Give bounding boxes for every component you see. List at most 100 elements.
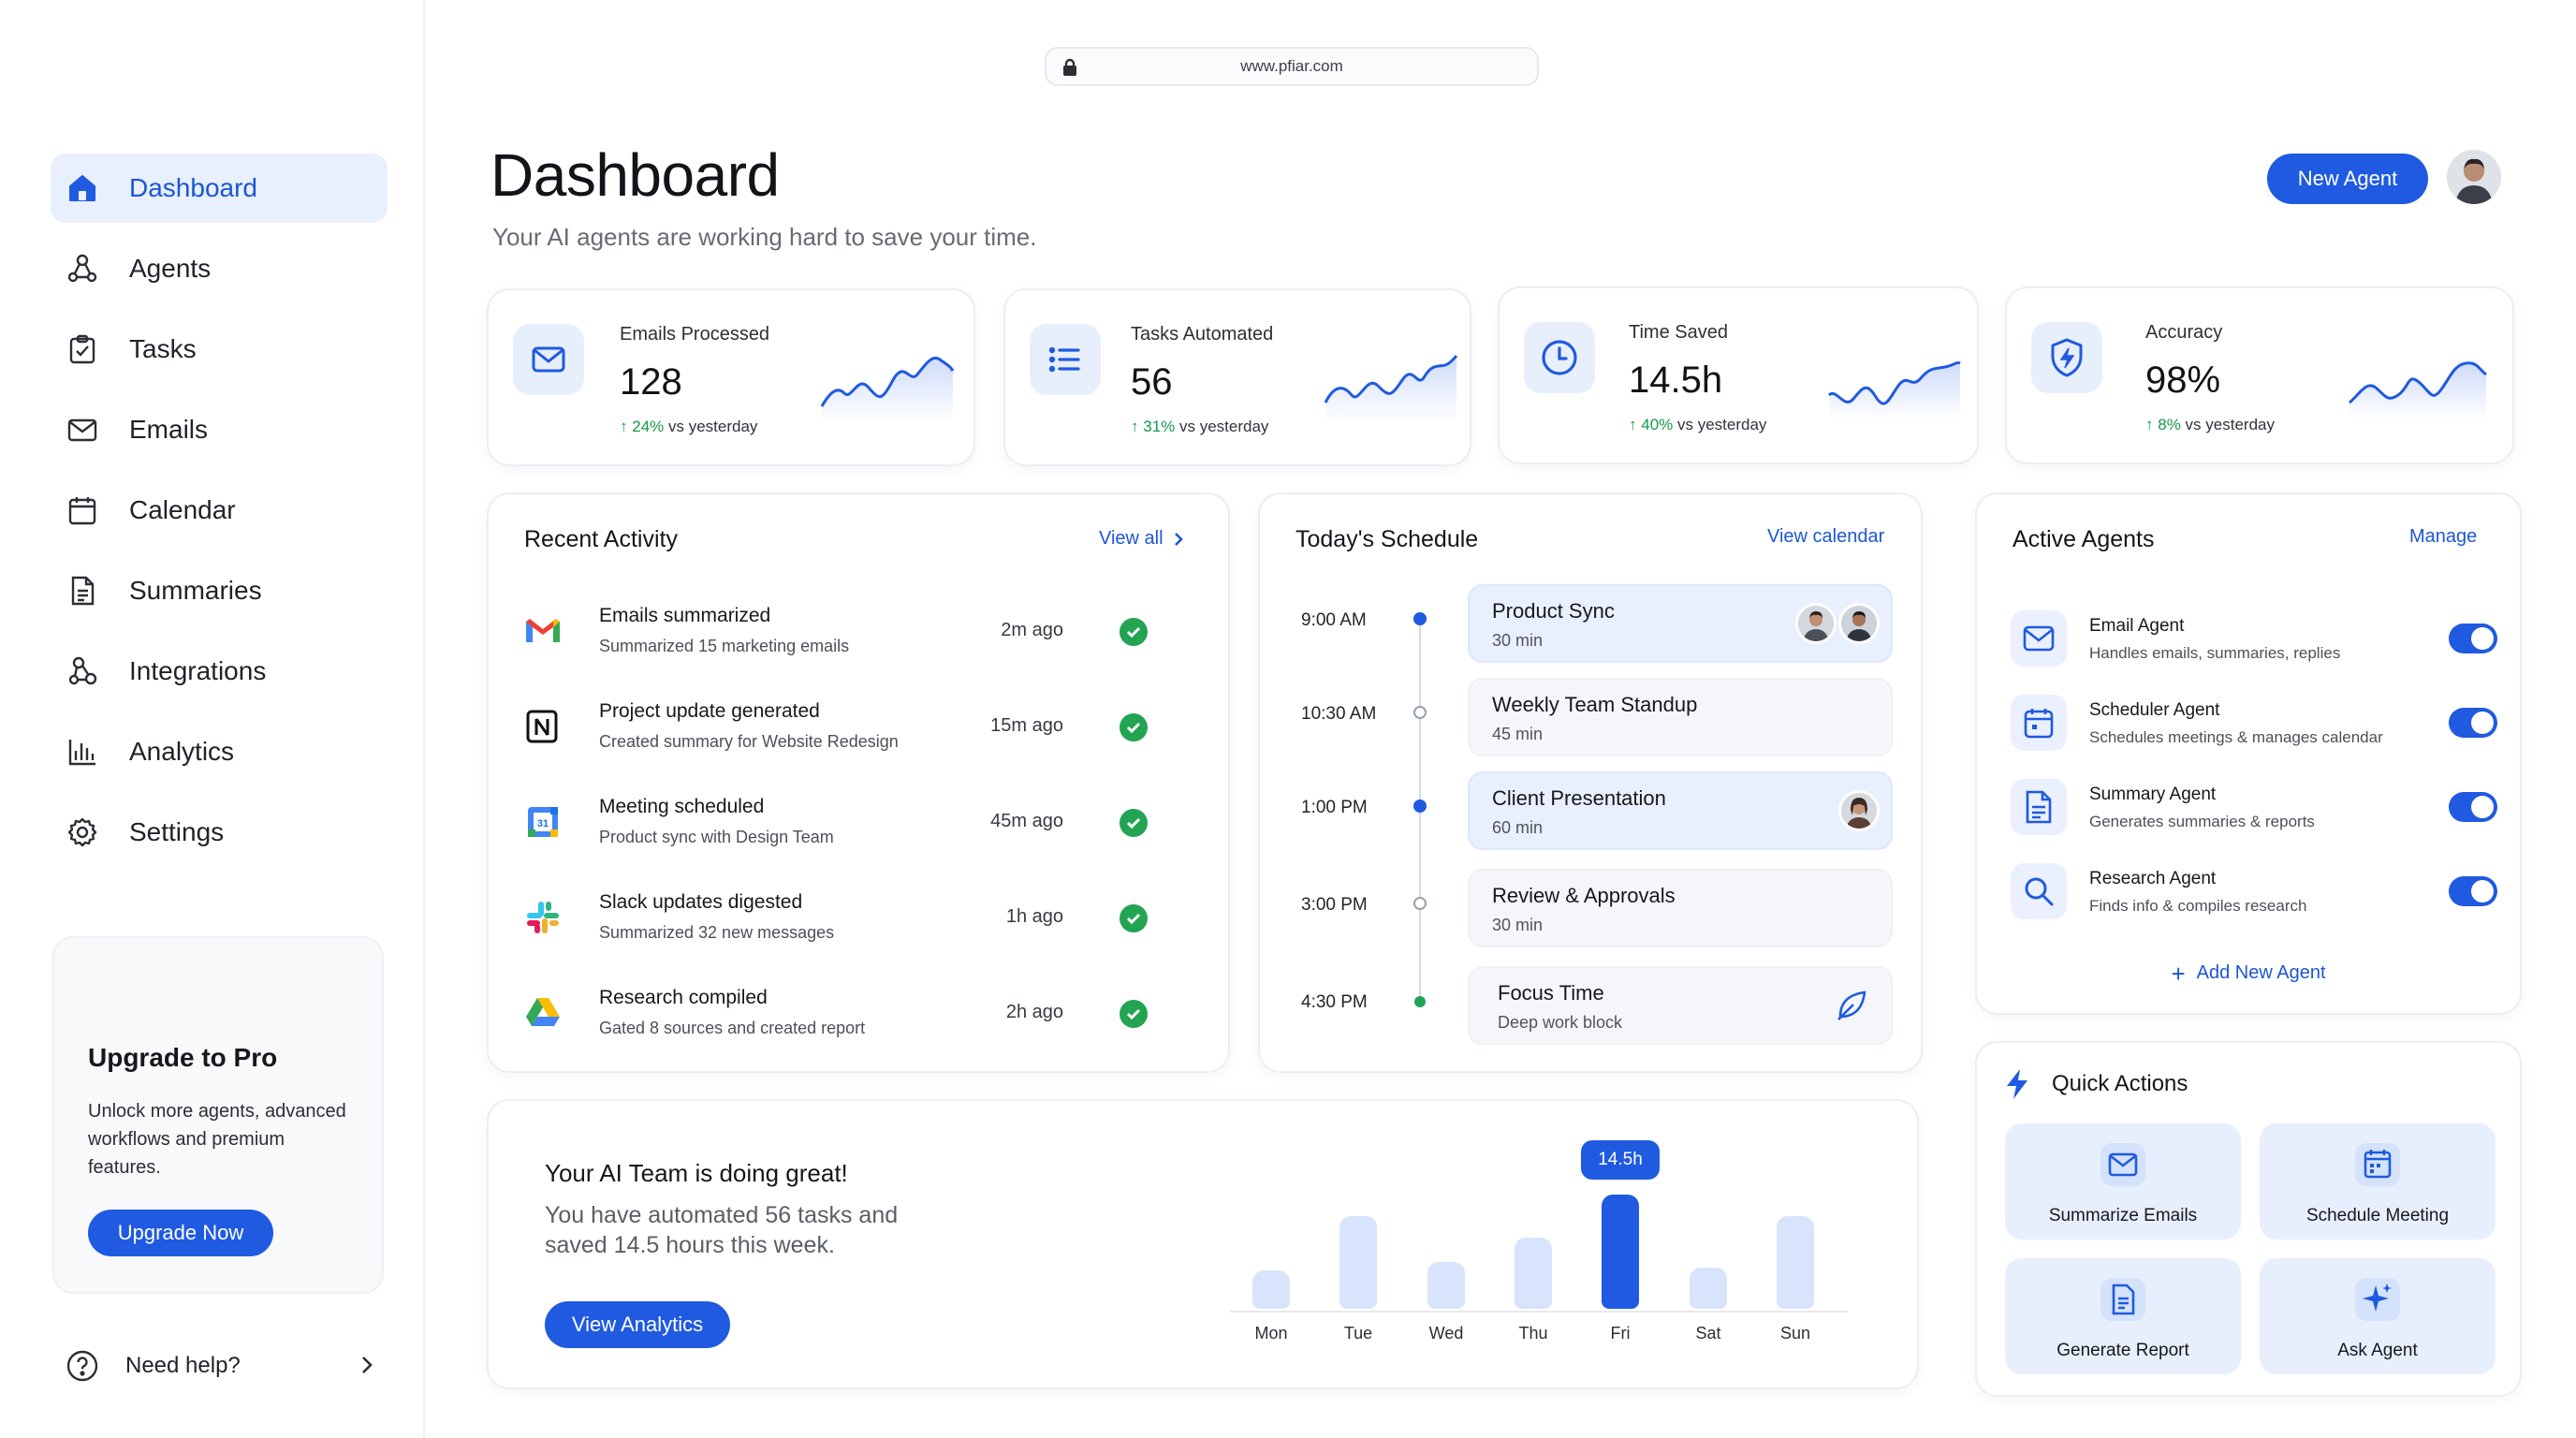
chart-bar-thu[interactable] xyxy=(1515,1238,1552,1309)
sidebar-item-analytics[interactable]: Analytics xyxy=(51,717,388,786)
card-title: Active Agents xyxy=(2012,526,2155,552)
sidebar-item-label: Agents xyxy=(129,254,212,283)
tile-label: Generate Report xyxy=(2056,1341,2189,1360)
sidebar-item-summaries[interactable]: Summaries xyxy=(51,556,388,625)
calendar-icon xyxy=(2349,1138,2406,1191)
shield-bolt-icon xyxy=(2031,322,2102,393)
schedule-meeting-tile[interactable]: Schedule Meeting xyxy=(2260,1123,2496,1240)
check-circle-icon xyxy=(1120,1000,1148,1028)
address-bar[interactable]: www.pfiar.com xyxy=(1045,47,1539,86)
stat-value: 98% xyxy=(2145,360,2221,401)
agent-toggle[interactable] xyxy=(2449,792,2497,822)
schedule-item[interactable]: Product Sync 30 min xyxy=(1468,584,1893,663)
active-agents-card: Active Agents Manage Email Agent Handles… xyxy=(1975,492,2522,1015)
activity-desc: Gated 8 sources and created report xyxy=(599,1019,866,1037)
document-icon xyxy=(2011,779,2067,835)
chart-x-label: Tue xyxy=(1343,1324,1373,1343)
upgrade-now-button[interactable]: Upgrade Now xyxy=(88,1210,273,1256)
chart-bar-tue[interactable] xyxy=(1339,1216,1377,1309)
activity-item[interactable]: Research compiled Gated 8 sources and cr… xyxy=(524,981,1183,1056)
sparkline xyxy=(1827,361,1961,419)
schedule-item[interactable]: Weekly Team Standup 45 min xyxy=(1468,678,1893,756)
chart-x-label: Sun xyxy=(1779,1324,1811,1343)
agent-item: Email Agent Handles emails, summaries, r… xyxy=(2011,610,2497,685)
chart-x-label: Sat xyxy=(1695,1324,1721,1343)
clipboard-check-icon xyxy=(66,332,99,366)
sidebar-item-tasks[interactable]: Tasks xyxy=(51,315,388,384)
manage-label: Manage xyxy=(2409,526,2478,547)
page-title: Dashboard xyxy=(490,141,780,209)
schedule-item[interactable]: Review & Approvals 30 min xyxy=(1468,869,1893,947)
chart-bar-wed[interactable] xyxy=(1427,1262,1465,1309)
delta-suffix: vs yesterday xyxy=(1179,418,1269,435)
sidebar-item-label: Emails xyxy=(129,415,209,444)
sidebar-item-agents[interactable]: Agents xyxy=(51,234,388,303)
stat-delta: ↑ 31% vs yesterday xyxy=(1131,418,1269,435)
schedule-item[interactable]: Focus Time Deep work block xyxy=(1468,966,1893,1045)
activity-item[interactable]: Slack updates digested Summarized 32 new… xyxy=(524,886,1183,961)
new-agent-button[interactable]: New Agent xyxy=(2267,154,2428,204)
activity-item[interactable]: Project update generated Created summary… xyxy=(524,695,1183,770)
sparkle-icon xyxy=(2349,1273,2406,1326)
activity-desc: Product sync with Design Team xyxy=(599,828,834,846)
chart-tooltip: 14.5h xyxy=(1581,1140,1660,1180)
ask-agent-tile[interactable]: Ask Agent xyxy=(2260,1258,2496,1374)
sidebar-item-label: Tasks xyxy=(129,334,197,363)
sparkline xyxy=(820,357,955,421)
sidebar-item-integrations[interactable]: Integrations xyxy=(51,637,388,706)
view-all-link[interactable]: View all xyxy=(1099,528,1184,550)
add-new-agent-label: Add New Agent xyxy=(2196,962,2326,983)
manage-link[interactable]: Manage xyxy=(2409,526,2477,548)
activity-item[interactable]: Emails summarized Summarized 15 marketin… xyxy=(524,599,1183,674)
sidebar-item-calendar[interactable]: Calendar xyxy=(51,476,388,545)
view-calendar-link[interactable]: View calendar xyxy=(1767,526,1884,548)
view-analytics-button[interactable]: View Analytics xyxy=(545,1301,730,1348)
chart-bar-sat[interactable] xyxy=(1690,1268,1727,1309)
user-avatar[interactable] xyxy=(2447,150,2501,204)
timeline-dot xyxy=(1413,612,1427,625)
agent-toggle[interactable] xyxy=(2449,708,2497,738)
activity-time: 15m ago xyxy=(990,715,1063,736)
sidebar-item-label: Analytics xyxy=(129,737,235,766)
stat-label: Emails Processed xyxy=(620,324,770,345)
ai-team-card: Your AI Team is doing great! You have au… xyxy=(487,1099,1919,1389)
sidebar-item-settings[interactable]: Settings xyxy=(51,798,388,867)
svg-text:31: 31 xyxy=(537,818,549,829)
chart-x-label: Thu xyxy=(1518,1324,1548,1343)
view-calendar-label: View calendar xyxy=(1767,526,1885,547)
sidebar-item-emails[interactable]: Emails xyxy=(51,395,388,464)
stat-value: 128 xyxy=(620,361,682,403)
sidebar-item-dashboard[interactable]: Dashboard xyxy=(51,154,388,223)
need-help-link[interactable]: Need help? xyxy=(66,1344,374,1387)
tile-label: Summarize Emails xyxy=(2048,1206,2198,1225)
tile-label: Schedule Meeting xyxy=(2305,1206,2450,1225)
delta-suffix: vs yesterday xyxy=(668,418,758,435)
agent-toggle[interactable] xyxy=(2449,876,2497,906)
activity-title: Emails summarized xyxy=(599,605,771,626)
chart-bar-fri[interactable] xyxy=(1602,1195,1639,1309)
agent-desc: Generates summaries & reports xyxy=(2089,813,2315,830)
clock-icon xyxy=(1524,322,1595,393)
stat-card-accuracy: Accuracy 98% ↑ 8% vs yesterday xyxy=(2005,286,2514,464)
agent-toggle[interactable] xyxy=(2449,624,2497,653)
schedule-time: 1:00 PM xyxy=(1301,798,1368,817)
add-new-agent-link[interactable]: + Add New Agent xyxy=(1977,961,2520,986)
mail-icon xyxy=(66,413,99,447)
generate-report-tile[interactable]: Generate Report xyxy=(2005,1258,2241,1374)
card-title: Recent Activity xyxy=(524,526,678,552)
agent-item: Summary Agent Generates summaries & repo… xyxy=(2011,779,2497,854)
schedule-time: 4:30 PM xyxy=(1301,992,1368,1012)
schedule-item[interactable]: Client Presentation 60 min xyxy=(1468,771,1893,850)
chart-bar-sun[interactable] xyxy=(1777,1216,1814,1309)
todays-schedule-card: Today's Schedule View calendar 9:00 AM P… xyxy=(1258,492,1923,1073)
stat-value: 56 xyxy=(1131,361,1173,403)
chart-baseline xyxy=(1230,1311,1848,1313)
summarize-emails-tile[interactable]: Summarize Emails xyxy=(2005,1123,2241,1240)
agents-icon xyxy=(66,252,99,286)
activity-item[interactable]: 31 Meeting scheduled Product sync with D… xyxy=(524,790,1183,865)
chart-bar-mon[interactable] xyxy=(1252,1270,1290,1309)
schedule-time: 9:00 AM xyxy=(1301,610,1367,630)
event-duration: 45 min xyxy=(1492,725,1544,743)
chevron-right-icon xyxy=(362,1357,373,1373)
upgrade-text: Unlock more agents, advanced workflows a… xyxy=(88,1101,346,1178)
